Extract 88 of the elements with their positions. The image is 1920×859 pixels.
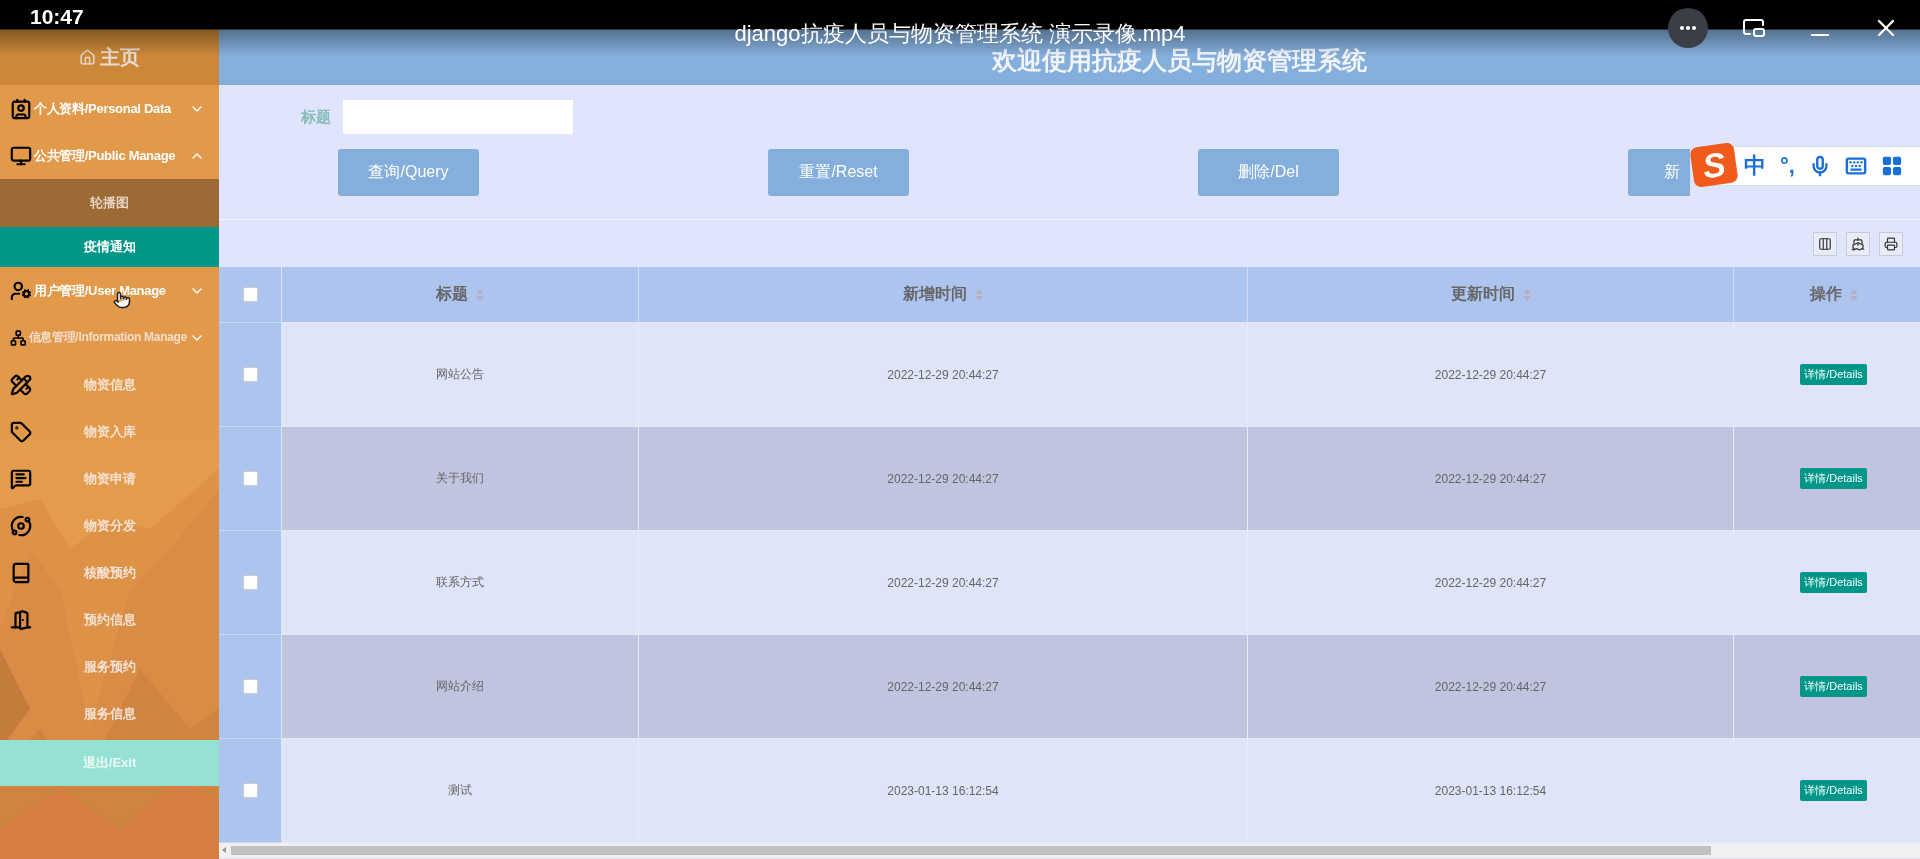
- table-cell: 2022-12-29 20:44:27: [1248, 427, 1734, 531]
- checkbox[interactable]: [242, 287, 258, 302]
- sidebar-menu-item[interactable]: 物资入库: [0, 408, 219, 455]
- table-cell: 网站介绍: [282, 635, 639, 739]
- grid-icon[interactable]: [1880, 155, 1903, 177]
- table-cell: 2022-12-29 20:44:27: [639, 323, 1248, 427]
- minimize-icon: [1811, 34, 1829, 36]
- user-gear-icon: [10, 279, 32, 302]
- sidebar-menu-item[interactable]: 用户管理/User Manage: [0, 267, 219, 314]
- details-button[interactable]: 详情/Details: [1800, 676, 1867, 697]
- video-title: django抗疫人员与物资管理系统 演示录像.mp4: [734, 20, 1186, 47]
- sidebar-submenu-item[interactable]: 轮播图: [0, 179, 219, 227]
- checkbox[interactable]: [242, 367, 258, 382]
- ime-punctuation-toggle[interactable]: °,: [1780, 153, 1795, 179]
- picture-in-picture-icon: [1742, 16, 1766, 40]
- sidebar-menu-item[interactable]: 服务信息: [0, 690, 219, 737]
- pencil-ruler-icon: [10, 373, 32, 396]
- columns-icon: [1818, 236, 1832, 251]
- checkbox[interactable]: [242, 679, 258, 694]
- sidebar-menu-item[interactable]: 公共管理/Public Manage: [0, 132, 219, 179]
- table-cell: 2022-12-29 20:44:27: [639, 531, 1248, 635]
- checkbox[interactable]: [242, 783, 258, 798]
- details-button[interactable]: 详情/Details: [1800, 780, 1867, 801]
- columns-button[interactable]: [1813, 231, 1837, 256]
- ime-logo[interactable]: S: [1689, 142, 1739, 188]
- print-button[interactable]: [1879, 231, 1903, 256]
- table-cell: 测试: [282, 739, 639, 843]
- table-cell: 2022-12-29 20:44:27: [1248, 323, 1734, 427]
- sidebar-menu-item[interactable]: 物资申请: [0, 455, 219, 502]
- clock-time: 10:47: [30, 5, 84, 29]
- export-button[interactable]: [1846, 231, 1870, 256]
- message-icon: [10, 467, 32, 490]
- sidebar-submenu-item[interactable]: 疫情通知: [0, 227, 219, 267]
- action-button[interactable]: 查询/Query: [338, 149, 479, 196]
- ime-mode-toggle[interactable]: 中: [1744, 151, 1766, 181]
- checkbox[interactable]: [242, 471, 258, 486]
- table-cell: 网站公告: [282, 323, 639, 427]
- sort-icon[interactable]: [1849, 288, 1858, 301]
- sidebar-menu-item[interactable]: 信息管理/Information Manage: [0, 314, 219, 361]
- sidebar-menu-item[interactable]: 物资分发: [0, 502, 219, 549]
- action-button[interactable]: 删除/Del: [1198, 149, 1339, 196]
- column-title: 操作: [1809, 284, 1842, 304]
- scrollbar[interactable]: [219, 843, 1920, 858]
- column-header[interactable]: 更新时间: [1248, 267, 1734, 323]
- monitor-icon: [10, 144, 32, 167]
- table-cell: 2022-12-29 20:44:27: [1248, 635, 1734, 739]
- sidebar-menu-item[interactable]: 服务预约: [0, 643, 219, 690]
- keyboard-icon[interactable]: [1844, 155, 1867, 177]
- sort-icon[interactable]: [1522, 288, 1531, 301]
- table-cell: 2022-12-29 20:44:27: [1248, 531, 1734, 635]
- table-cell: 2022-12-29 20:44:27: [639, 427, 1248, 531]
- column-title: 更新时间: [1450, 284, 1515, 304]
- field-label: 标题: [301, 107, 331, 127]
- ship-icon: [1851, 236, 1865, 251]
- column-title: 标题: [436, 284, 468, 304]
- column-header[interactable]: 新增时间: [639, 267, 1248, 323]
- home-link[interactable]: 主页: [0, 29, 219, 85]
- sidebar-menu-item[interactable]: 核酸预约: [0, 549, 219, 596]
- page-title: 欢迎使用抗疫人员与物资管理系统: [992, 45, 1367, 76]
- column-header[interactable]: 操作: [1734, 267, 1920, 323]
- table-cell: 2023-01-13 16:12:54: [639, 739, 1248, 843]
- sort-icon[interactable]: [476, 288, 484, 301]
- home-icon: [79, 48, 96, 66]
- table-cell: 2022-12-29 20:44:27: [639, 635, 1248, 739]
- table-cell: 2023-01-13 16:12:54: [1248, 739, 1734, 843]
- table-cell: 联系方式: [282, 531, 639, 635]
- sidebar-menu-item[interactable]: 物资信息: [0, 361, 219, 408]
- print-icon: [1884, 236, 1898, 251]
- details-button[interactable]: 详情/Details: [1800, 572, 1867, 593]
- sort-icon[interactable]: [975, 288, 983, 301]
- title-input-field[interactable]: [343, 100, 573, 134]
- checkbox[interactable]: [242, 575, 258, 590]
- action-button[interactable]: 新: [1628, 149, 1690, 196]
- tag-icon: [10, 420, 32, 443]
- details-button[interactable]: 详情/Details: [1800, 364, 1867, 385]
- sidebar-menu-item[interactable]: 个人资料/Personal Data: [0, 85, 219, 132]
- sidebar-menu-item[interactable]: 预约信息: [0, 596, 219, 643]
- column-header[interactable]: 标题: [282, 267, 639, 323]
- exit-button[interactable]: 退出/Exit: [0, 740, 219, 786]
- action-button[interactable]: 重置/Reset: [768, 149, 909, 196]
- table-cell: 关于我们: [282, 427, 639, 531]
- more-icon: [1680, 26, 1696, 30]
- planet-icon: [10, 514, 32, 537]
- book-icon: [10, 561, 32, 584]
- contact-card-icon: [10, 97, 32, 120]
- door-icon: [10, 608, 32, 631]
- column-title: 新增时间: [903, 284, 967, 304]
- details-button[interactable]: 详情/Details: [1800, 468, 1867, 489]
